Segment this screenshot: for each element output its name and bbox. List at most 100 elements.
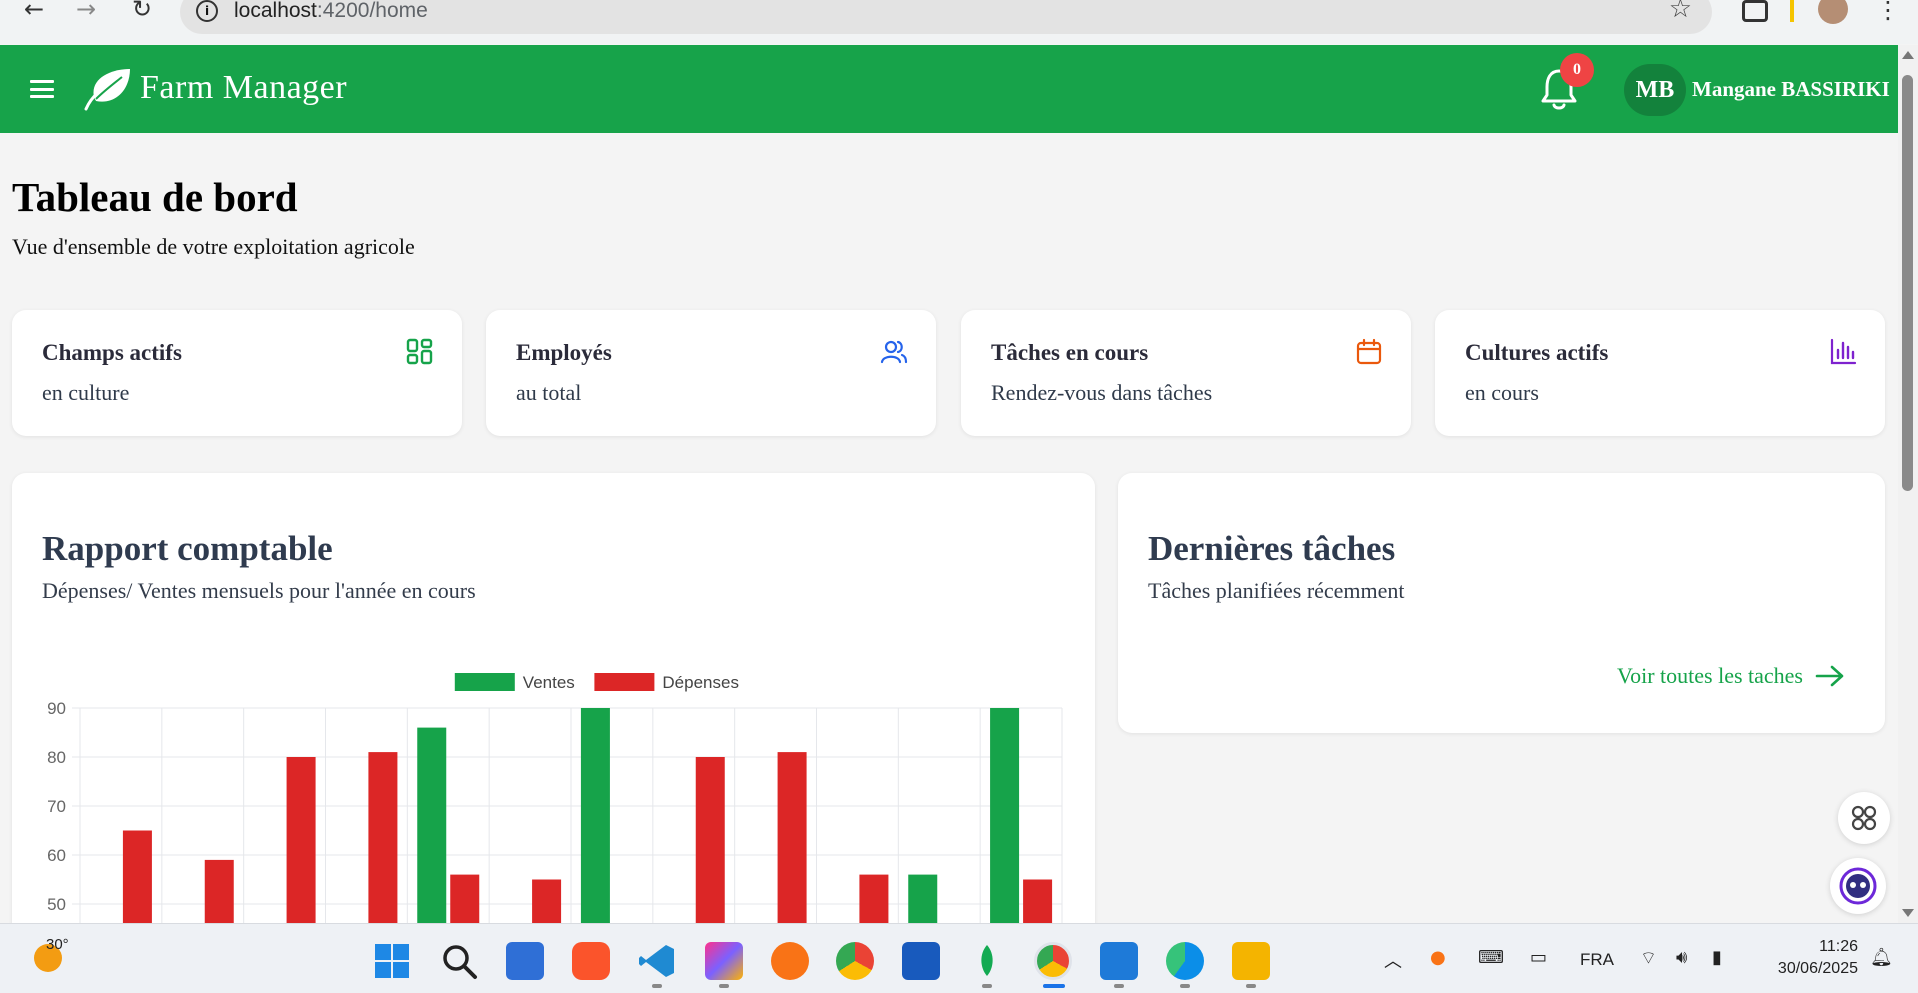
legend-label: Ventes (523, 673, 575, 692)
bookmark-star-icon[interactable]: ☆ (1669, 0, 1692, 24)
user-avatar[interactable]: MB (1624, 64, 1686, 116)
stat-title: Champs actifs (42, 340, 182, 365)
system-clock[interactable]: 11:26 30/06/2025 (1762, 936, 1858, 980)
chrome-active-icon[interactable] (1034, 942, 1072, 980)
arrow-right-icon (1815, 665, 1844, 687)
brave-browser-icon[interactable] (572, 942, 610, 980)
legend-swatch (594, 673, 655, 691)
view-all-tasks-label: Voir toutes les taches (1617, 663, 1803, 688)
grid-icon (406, 338, 433, 365)
y-tick-label: 70 (47, 797, 66, 816)
search-icon[interactable] (440, 942, 478, 980)
windows-start-icon[interactable] (373, 942, 411, 980)
display-icon[interactable]: ▭ (1530, 947, 1547, 968)
clock-time: 11:26 (1819, 938, 1858, 955)
users-icon (880, 340, 908, 364)
stat-subtitle: en culture (42, 380, 130, 405)
leaf-logo-icon (84, 69, 130, 111)
y-tick-label: 80 (47, 748, 66, 767)
assistant-fab-button[interactable] (1830, 858, 1886, 914)
report-card: Rapport comptable Dépenses/ Ventes mensu… (12, 473, 1095, 993)
reload-icon[interactable]: ↻ (124, 0, 160, 24)
url-host: localhost (234, 0, 317, 22)
page-subtitle: Vue d'ensemble de votre exploitation agr… (12, 234, 415, 259)
running-indicator (1246, 984, 1256, 988)
stat-title: Cultures actifs (1465, 340, 1609, 365)
browser-toolbar: ← → ↻ i localhost:4200/home ☆ ⋮ (0, 0, 1918, 44)
apps-fab-button[interactable] (1838, 792, 1890, 844)
windows-taskbar: 30° ︿ ● ⌨ ▭ FRA ⌔ 🔊︎ ▮ 11:26 30/06/2025 … (0, 923, 1918, 993)
address-bar[interactable]: i localhost:4200/home ☆ (180, 0, 1712, 34)
site-info-icon[interactable]: i (196, 0, 218, 22)
stat-card-employees[interactable]: Employés au total (486, 310, 936, 436)
mongodb-icon[interactable] (968, 942, 1006, 980)
scroll-thumb[interactable] (1902, 75, 1913, 491)
battery-icon[interactable]: ▮ (1712, 947, 1722, 968)
forward-icon[interactable]: → (68, 0, 104, 24)
running-indicator (1114, 984, 1124, 988)
page-scrollbar[interactable] (1898, 45, 1918, 923)
profile-avatar[interactable] (1818, 0, 1848, 24)
user-name[interactable]: Mangane BASSIRIKI (1692, 77, 1890, 102)
stat-card-tasks[interactable]: Tâches en cours Rendez-vous dans tâches (961, 310, 1411, 436)
stat-subtitle: au total (516, 380, 582, 405)
y-tick-label: 50 (47, 895, 66, 914)
running-indicator (1180, 984, 1190, 988)
volume-icon[interactable]: 🔊︎ (1676, 947, 1687, 968)
vscode-icon[interactable] (638, 942, 676, 980)
report-subtitle: Dépenses/ Ventes mensuels pour l'année e… (42, 578, 476, 603)
url-text[interactable]: localhost:4200/home (234, 0, 428, 23)
browser-menu-icon[interactable]: ⋮ (1876, 0, 1900, 24)
back-icon[interactable]: ← (16, 0, 52, 24)
postman-icon[interactable] (771, 942, 809, 980)
clock-date: 30/06/2025 (1777, 960, 1858, 977)
recent-tasks-card: Dernières tâches Tâches planifiées récem… (1118, 473, 1885, 733)
bar-chart-icon (1830, 338, 1857, 365)
calendar-icon (1356, 338, 1382, 365)
assistant-bot-icon (1839, 867, 1877, 905)
photos-app-icon[interactable] (506, 942, 544, 980)
wifi-icon[interactable]: ⌔ (1640, 947, 1657, 970)
notepad-icon[interactable] (1100, 942, 1138, 980)
stat-title: Employés (516, 340, 612, 365)
scroll-up-arrow-icon[interactable] (1902, 51, 1914, 59)
toolbar-separator (1790, 0, 1794, 22)
legend-swatch (454, 673, 515, 691)
weather-temperature: 30° (46, 936, 69, 953)
y-tick-label: 90 (47, 699, 66, 718)
running-indicator (719, 984, 729, 988)
tasks-title: Dernières tâches (1148, 529, 1396, 568)
chevron-up-icon[interactable]: ︿ (1384, 947, 1402, 973)
view-all-tasks-link[interactable]: Voir toutes les taches (1617, 663, 1845, 689)
stat-subtitle: Rendez-vous dans tâches (991, 380, 1213, 405)
stat-title: Tâches en cours (991, 340, 1149, 365)
keyboard-icon[interactable]: ⌨ (1478, 947, 1504, 968)
app-header: Farm Manager 0 MB Mangane BASSIRIKI (0, 45, 1898, 133)
word-icon[interactable] (902, 942, 940, 980)
hamburger-menu-icon[interactable] (30, 80, 54, 98)
extensions-icon[interactable] (1742, 0, 1768, 22)
intellij-icon[interactable] (705, 942, 743, 980)
stat-card-crops[interactable]: Cultures actifs en cours (1435, 310, 1885, 436)
scroll-down-arrow-icon[interactable] (1902, 909, 1914, 917)
edge-icon[interactable] (1166, 942, 1204, 980)
brand-title[interactable]: Farm Manager (140, 69, 347, 107)
active-indicator (1043, 984, 1065, 988)
security-alert-icon[interactable]: ● (1430, 947, 1446, 968)
chrome-icon[interactable] (836, 942, 874, 980)
report-title: Rapport comptable (42, 529, 333, 568)
tasks-subtitle: Tâches planifiées récemment (1148, 578, 1405, 603)
apps-icon (1851, 805, 1877, 831)
y-tick-label: 60 (47, 846, 66, 865)
legend-label: Dépenses (662, 673, 739, 692)
url-path: :4200/home (316, 0, 428, 22)
stat-subtitle: en cours (1465, 380, 1539, 405)
input-language[interactable]: FRA (1580, 950, 1614, 970)
running-indicator (982, 984, 992, 988)
page-title: Tableau de bord (12, 174, 298, 220)
notification-bell-icon[interactable]: 🔔︎ (1870, 947, 1893, 968)
file-explorer-icon[interactable] (1232, 942, 1270, 980)
running-indicator (652, 984, 662, 988)
stat-card-fields[interactable]: Champs actifs en culture (12, 310, 462, 436)
notification-badge: 0 (1560, 53, 1594, 87)
